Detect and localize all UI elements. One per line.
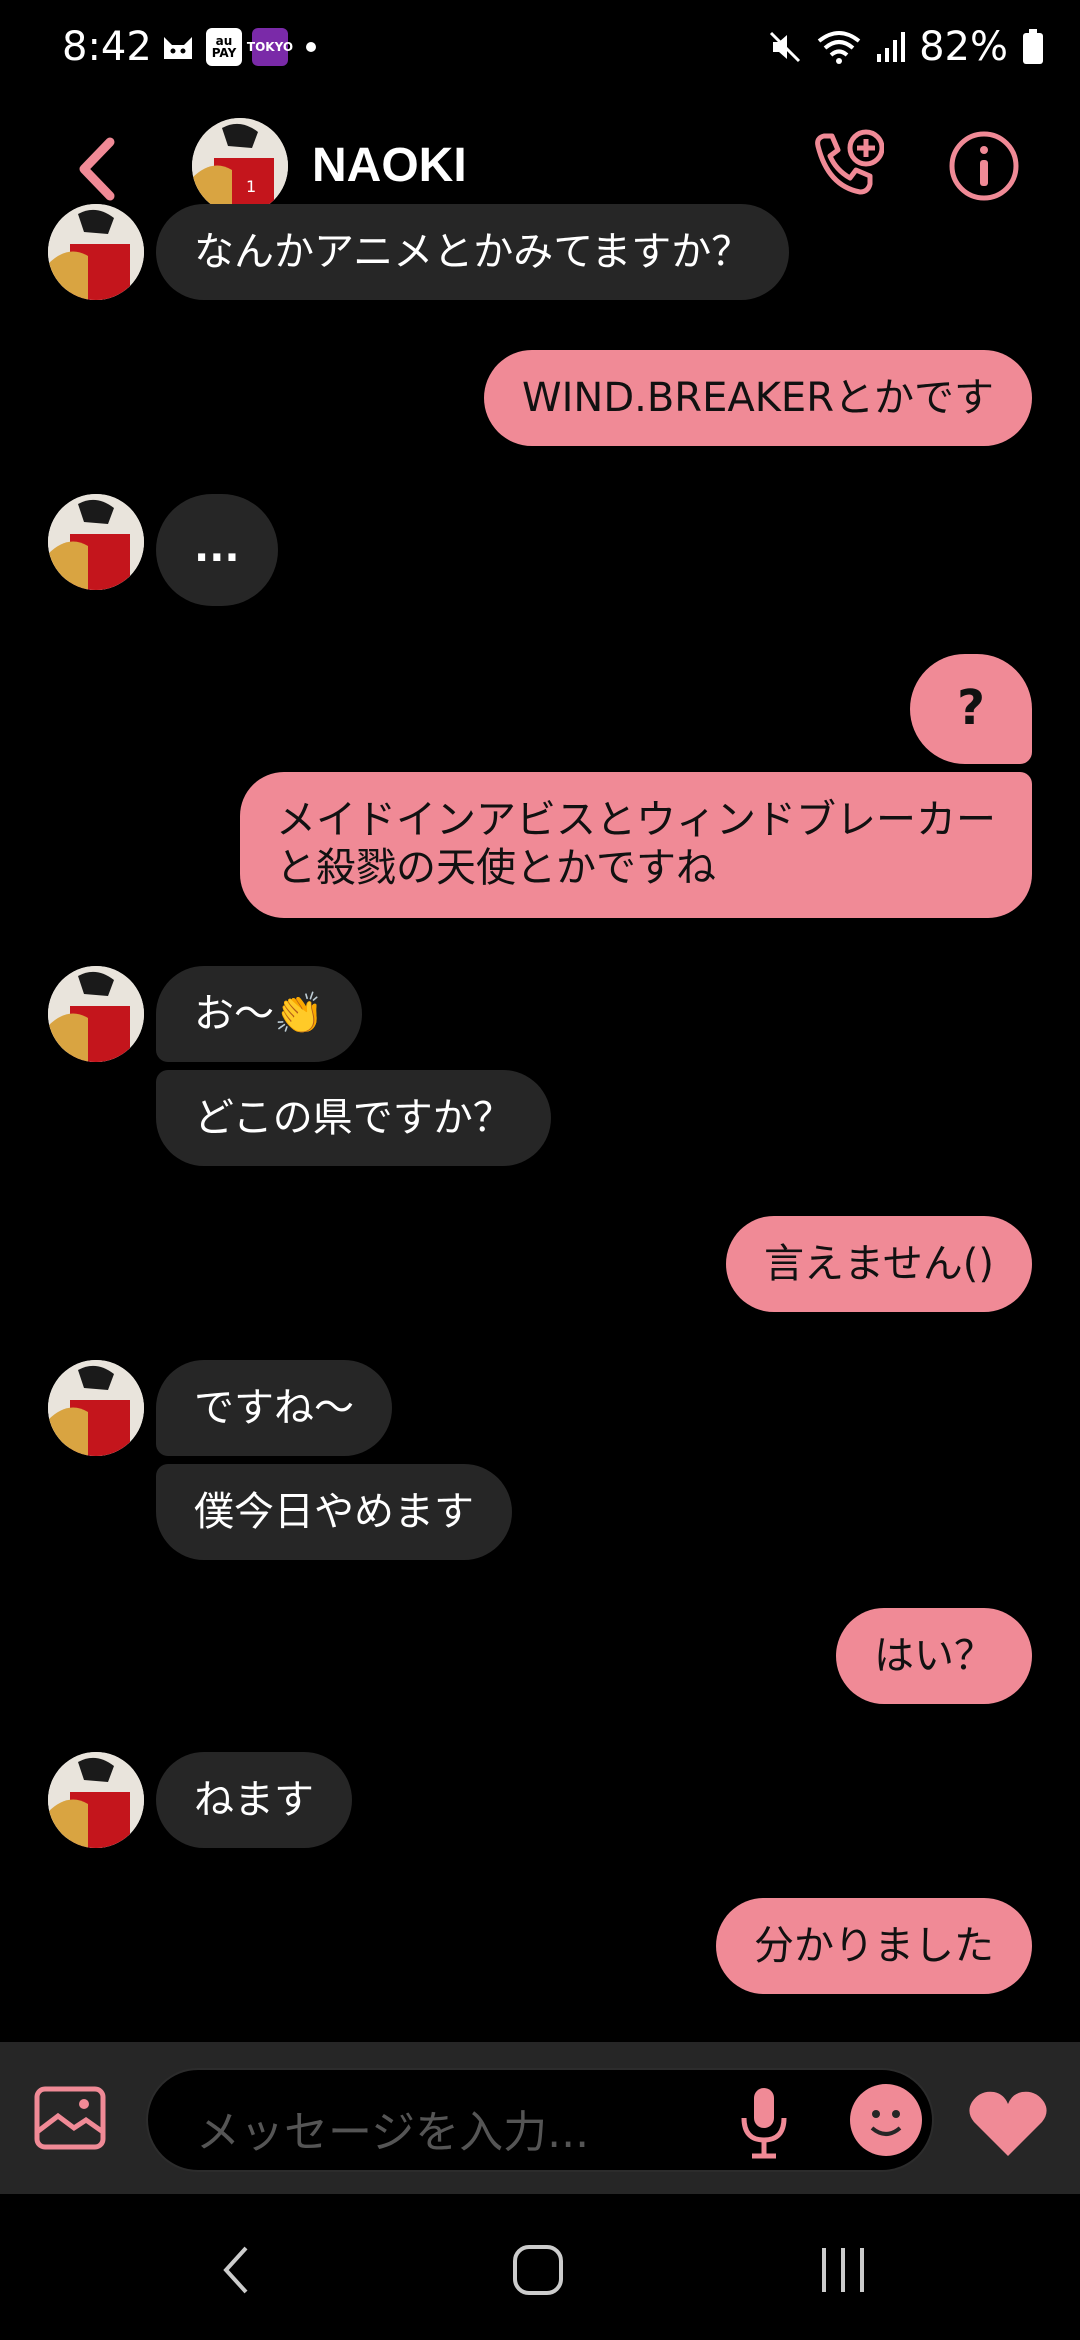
contact-avatar-small[interactable]: [48, 1752, 144, 1848]
message-input-placeholder: メッセージを入力...: [196, 2107, 590, 2158]
message-line: と殺戮の天使とかですね: [276, 845, 716, 891]
incoming-message[interactable]: ですね〜: [156, 1360, 392, 1456]
smile-icon[interactable]: [850, 2084, 922, 2156]
info-icon[interactable]: [948, 130, 1020, 202]
incoming-message[interactable]: なんかアニメとかみてますか？: [156, 204, 790, 300]
contact-avatar-small[interactable]: [48, 1360, 144, 1456]
nav-home-icon[interactable]: [512, 2244, 564, 2296]
incoming-message[interactable]: 僕今日やめます: [156, 1464, 512, 1560]
message-composer: メッセージを入力...: [0, 2042, 1080, 2194]
smile-face: [870, 2110, 902, 2136]
avatar-image: [48, 494, 144, 590]
incoming-message[interactable]: ねます: [156, 1752, 352, 1848]
contact-avatar-small[interactable]: [48, 204, 144, 300]
incoming-message[interactable]: ...: [156, 494, 278, 606]
nav-recents-icon[interactable]: [818, 2244, 868, 2296]
notification-icons: au PAY TOKYO: [160, 28, 316, 66]
signal-icon: [877, 32, 906, 62]
avatar-image: [48, 966, 144, 1062]
incoming-message[interactable]: お〜👏: [156, 966, 362, 1062]
avatar-image: [48, 1752, 144, 1848]
contact-avatar-small[interactable]: [48, 494, 144, 590]
avatar-image: [48, 1360, 144, 1456]
outgoing-message[interactable]: メイドインアビスとウィンドブレーカー と殺戮の天使とかですね: [240, 772, 1032, 918]
status-time: 8:42: [62, 24, 152, 70]
contact-avatar[interactable]: 1: [192, 118, 288, 214]
outgoing-message[interactable]: ?: [910, 654, 1032, 764]
nav-back-icon[interactable]: [218, 2244, 254, 2296]
message-input[interactable]: メッセージを入力...: [146, 2068, 934, 2172]
outgoing-message[interactable]: 分かりました: [716, 1898, 1032, 1994]
image-icon[interactable]: [34, 2086, 106, 2150]
avatar-image: 1: [192, 118, 288, 214]
incoming-message[interactable]: どこの県ですか？: [156, 1070, 551, 1166]
contact-avatar-small[interactable]: [48, 966, 144, 1062]
heart-icon[interactable]: [966, 2088, 1050, 2158]
mute-icon: [770, 31, 801, 63]
outgoing-message[interactable]: 言えません(): [725, 1216, 1032, 1312]
wifi-icon: [817, 31, 861, 64]
svg-text:1: 1: [246, 177, 256, 196]
contact-name[interactable]: NAOKI: [312, 138, 467, 193]
phone-plus-icon[interactable]: [808, 128, 884, 204]
back-button[interactable]: [68, 134, 128, 204]
microphone-icon[interactable]: [732, 2084, 796, 2160]
battery-icon: [1023, 29, 1043, 64]
outgoing-message[interactable]: WIND.BREAKERとかです: [484, 350, 1032, 446]
status-bar: 8:42 au PAY TOKYO 82%: [0, 0, 1080, 104]
tokyo-app-icon: TOKYO: [247, 28, 293, 66]
battery-level: 82%: [919, 24, 1008, 70]
outgoing-message[interactable]: はい？: [836, 1608, 1032, 1704]
message-line: メイドインアビスとウィンドブレーカー: [276, 797, 996, 843]
cat-app-icon: [164, 37, 192, 59]
avatar-image: [48, 204, 144, 300]
au-pay-icon: au PAY: [206, 28, 242, 66]
more-notifications-dot: [306, 42, 316, 52]
status-right: 82%: [767, 24, 1044, 70]
system-nav-bar: [0, 2194, 1080, 2340]
